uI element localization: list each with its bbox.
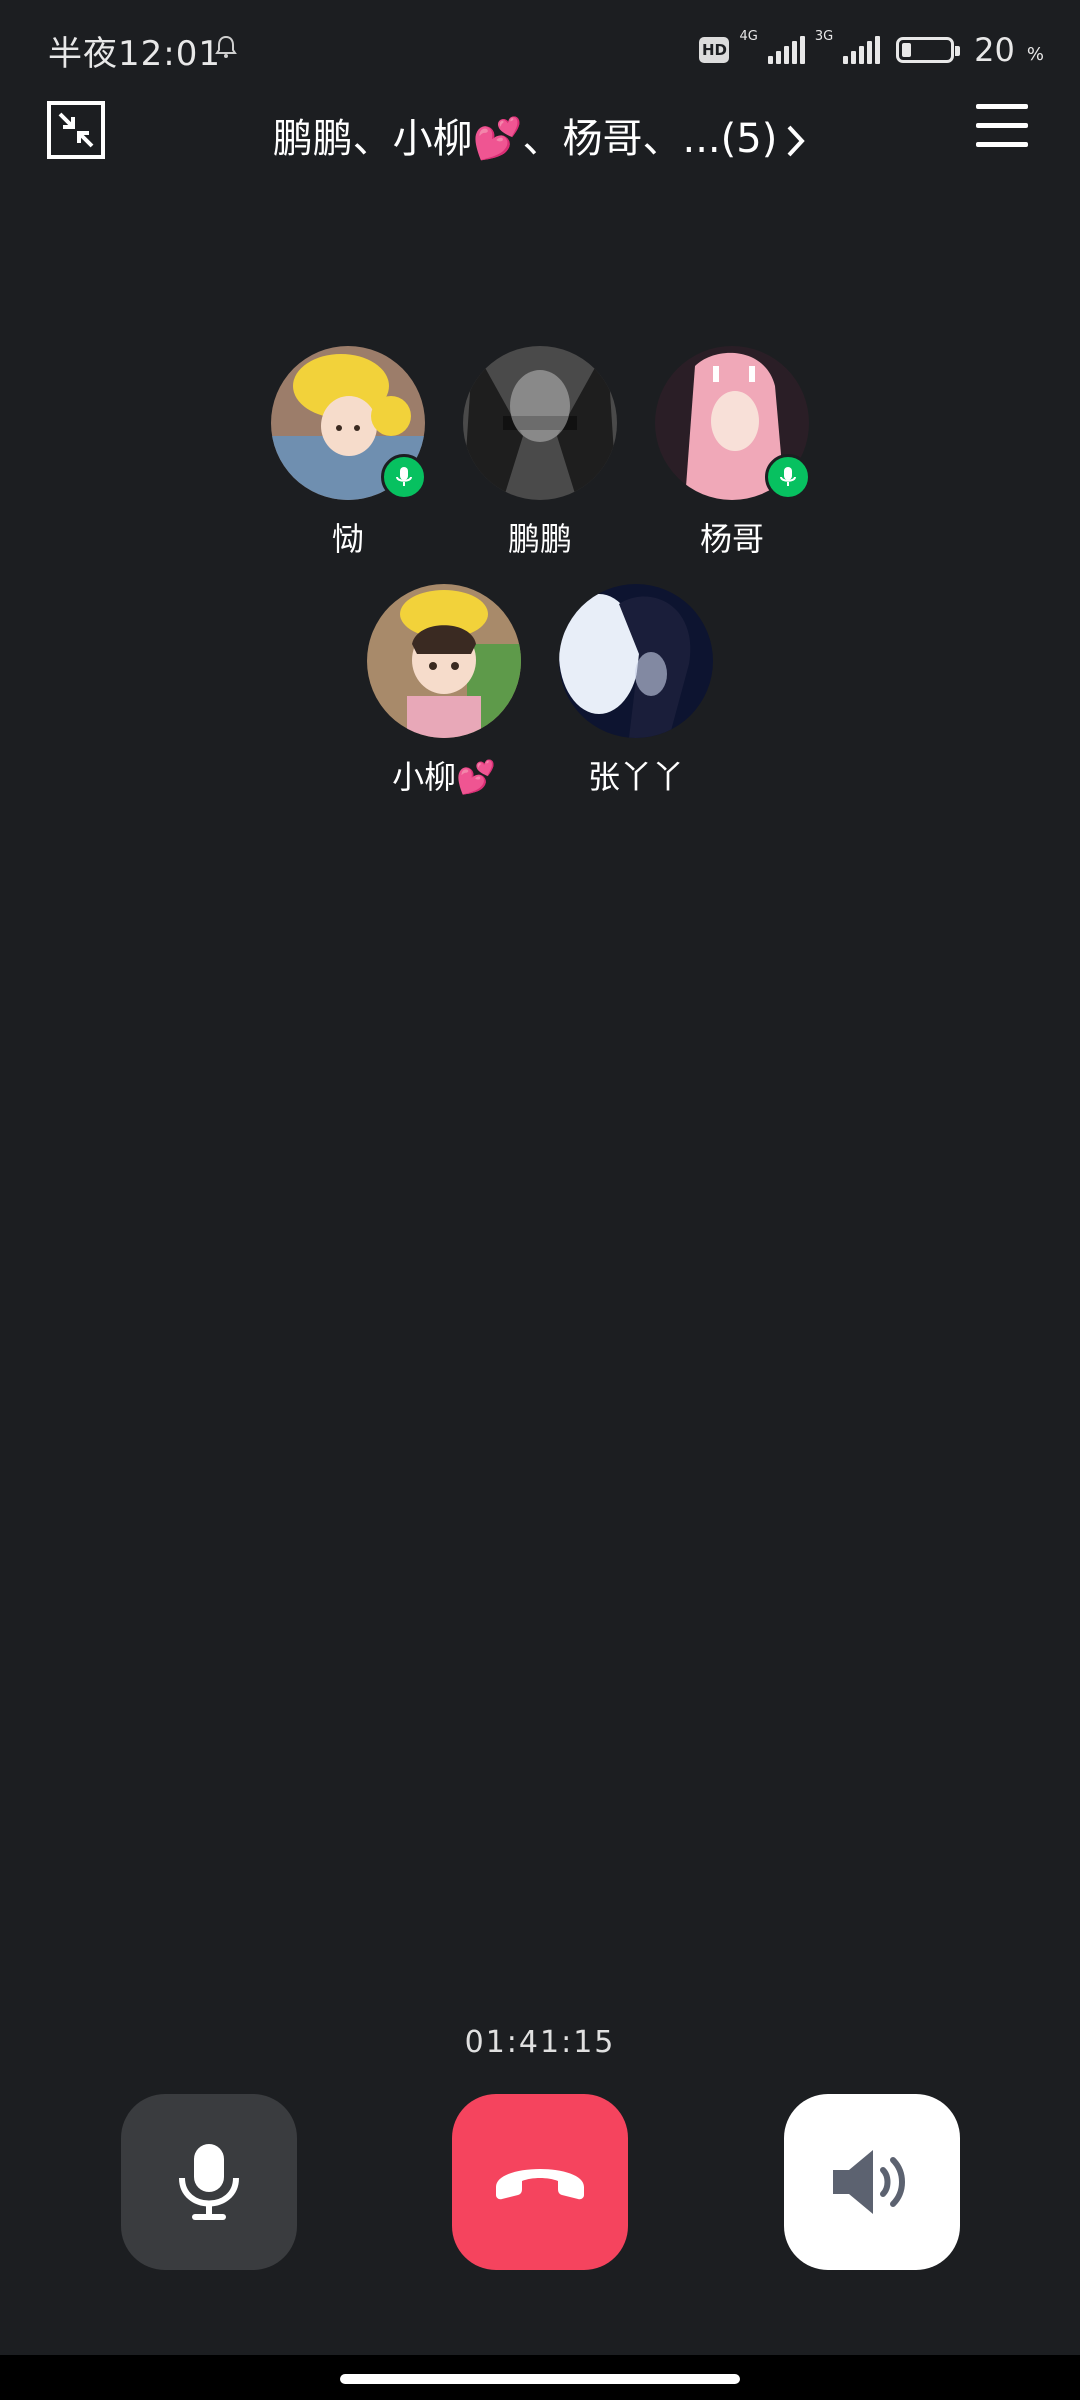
participant-tile[interactable]: 杨哥 <box>642 346 822 560</box>
battery-icon <box>896 37 961 63</box>
participant-name: 小柳💕 <box>392 758 496 796</box>
notification-icon <box>215 35 237 58</box>
speaking-indicator <box>381 454 427 500</box>
microphone-icon <box>780 467 796 486</box>
avatar <box>367 584 521 738</box>
avatar-image <box>367 584 521 738</box>
participant-tile[interactable]: 鹏鹏 <box>450 346 630 560</box>
hd-badge: HD <box>699 37 730 63</box>
menu-icon <box>976 104 1028 109</box>
signal-strength-icon <box>767 36 805 64</box>
home-indicator[interactable] <box>340 2374 740 2384</box>
network-type-3g: 3G <box>814 28 834 44</box>
avatar <box>559 584 713 738</box>
hang-up-icon <box>496 2169 584 2200</box>
signal-strength-icon <box>843 36 881 64</box>
mute-button[interactable] <box>121 2094 297 2270</box>
chevron-right-icon <box>787 125 806 157</box>
avatar <box>655 346 811 500</box>
minimize-icon[interactable] <box>46 100 106 160</box>
menu-button[interactable] <box>976 104 1028 152</box>
speaker-button[interactable] <box>784 2094 960 2270</box>
status-time: 半夜12:01 <box>48 34 221 74</box>
battery-percent: 20 <box>974 31 1015 69</box>
microphone-icon <box>179 2144 239 2220</box>
participant-tile[interactable]: 张丫丫 <box>546 584 726 798</box>
avatar <box>271 346 427 500</box>
status-indicators: HD 4G 3G 20 % <box>699 26 1044 74</box>
participant-name: 张丫丫 <box>587 758 684 796</box>
battery-unit: % <box>1026 43 1044 65</box>
participant-tile[interactable]: 小柳💕 <box>354 584 534 798</box>
status-bar: 半夜12:01 HD 4G 3G 20 % <box>0 0 1080 100</box>
participant-name: 恸 <box>331 520 364 558</box>
speaking-indicator <box>765 454 811 500</box>
call-duration: 01:41:15 <box>464 2025 616 2060</box>
participant-tile[interactable]: 恸 <box>258 346 438 560</box>
speaker-icon <box>833 2150 905 2214</box>
participant-name: 杨哥 <box>699 520 764 558</box>
avatar <box>463 346 617 500</box>
call-title[interactable]: 鹏鹏、小柳💕、杨哥、...(5) <box>160 106 920 164</box>
avatar-image <box>463 346 617 500</box>
network-type-4g: 4G <box>739 28 758 44</box>
avatar-image <box>559 584 713 738</box>
microphone-icon <box>396 467 412 486</box>
participant-name: 鹏鹏 <box>507 520 572 558</box>
hang-up-button[interactable] <box>452 2094 628 2270</box>
call-title-text: 鹏鹏、小柳💕、杨哥、...(5) <box>272 116 778 162</box>
